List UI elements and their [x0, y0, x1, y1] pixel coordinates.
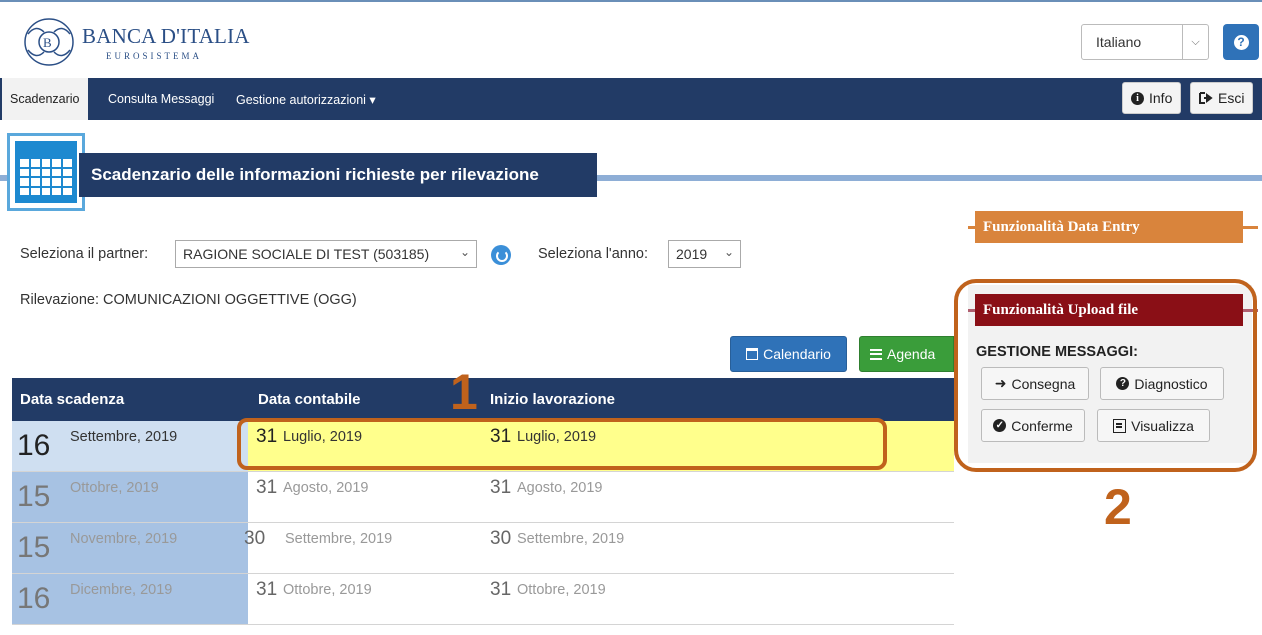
- partner-label: Seleziona il partner:: [20, 246, 149, 262]
- annotation-number-1: 1: [450, 364, 478, 420]
- due-month: Novembre, 2019: [70, 531, 178, 547]
- start-month: Agosto, 2019: [517, 480, 603, 496]
- rilevazione-label: Rilevazione: COMUNICAZIONI OGGETTIVE (OG…: [20, 292, 357, 308]
- due-date-cell: 16 Settembre, 2019: [12, 421, 248, 471]
- nav-gestione-autorizzazioni[interactable]: Gestione autorizzazioni ▾: [228, 78, 384, 120]
- partner-value: RAGIONE SOCIALE DI TEST (503185): [183, 246, 430, 262]
- due-day: 15: [17, 531, 51, 564]
- annotation-box-2: [954, 279, 1257, 472]
- col-inizio-lavorazione: Inizio lavorazione: [490, 391, 616, 408]
- page-title: Scadenzario delle informazioni richieste…: [79, 153, 597, 197]
- table-row[interactable]: 15 Novembre, 2019 30 Settembre, 2019 30 …: [12, 523, 954, 574]
- due-date-cell: 15 Ottobre, 2019: [12, 472, 248, 522]
- info-icon: i: [1131, 91, 1144, 105]
- language-value: Italiano: [1096, 34, 1142, 50]
- acc-month: Agosto, 2019: [283, 480, 369, 496]
- table-row[interactable]: 16 Dicembre, 2019 31 Ottobre, 2019 31 Ot…: [12, 574, 954, 625]
- col-data-contabile: Data contabile: [258, 391, 361, 408]
- bank-logo[interactable]: B BANCA D'ITALIA EUROSISTEMA: [22, 16, 250, 68]
- calendario-button[interactable]: Calendario: [730, 336, 847, 372]
- annotation-number-2: 2: [1104, 479, 1132, 535]
- chevron-down-icon: ⌵: [1182, 25, 1208, 59]
- info-label: Info: [1149, 90, 1173, 106]
- info-button[interactable]: i Info: [1122, 82, 1182, 114]
- language-select[interactable]: Italiano ⌵: [1081, 24, 1209, 60]
- agenda-label: Agenda: [887, 346, 936, 362]
- list-icon: [870, 348, 882, 360]
- svg-text:B: B: [43, 35, 52, 50]
- start-month: Ottobre, 2019: [517, 582, 606, 598]
- start-day: 30: [490, 528, 512, 549]
- due-day: 15: [17, 480, 51, 513]
- year-label: Seleziona l'anno:: [538, 246, 648, 262]
- bank-seal-icon: B: [24, 18, 74, 66]
- exit-button[interactable]: Esci: [1190, 82, 1254, 114]
- sign-out-icon: [1199, 92, 1213, 104]
- start-day: 31: [490, 477, 512, 498]
- start-month: Settembre, 2019: [517, 531, 625, 547]
- data-entry-header[interactable]: Funzionalità Data Entry: [975, 211, 1243, 243]
- question-icon: ?: [1233, 34, 1249, 50]
- table-header: Data scadenza Data contabile Inizio lavo…: [12, 378, 954, 421]
- acc-month: Ottobre, 2019: [283, 582, 372, 598]
- col-data-scadenza: Data scadenza: [20, 391, 125, 408]
- year-value: 2019: [676, 246, 708, 262]
- due-date-cell: 15 Novembre, 2019: [12, 523, 248, 573]
- due-month: Settembre, 2019: [70, 429, 178, 445]
- acc-day: 30: [244, 528, 266, 549]
- chevron-down-icon: ⌄: [723, 245, 734, 259]
- acc-day: 31: [256, 579, 278, 600]
- calendar-icon: [7, 133, 85, 211]
- calendario-label: Calendario: [763, 346, 831, 362]
- main-navbar: Scadenzario Consulta Messaggi Gestione a…: [0, 78, 1262, 120]
- exit-label: Esci: [1218, 90, 1245, 106]
- annotation-box-1: [237, 418, 887, 470]
- calendar-small-icon: [746, 348, 759, 360]
- due-day: 16: [17, 582, 51, 615]
- due-month: Dicembre, 2019: [70, 582, 173, 598]
- due-month: Ottobre, 2019: [70, 480, 159, 496]
- due-day: 16: [17, 429, 51, 462]
- top-header: B BANCA D'ITALIA EUROSISTEMA Italiano ⌵ …: [0, 0, 1262, 78]
- nav-scadenzario[interactable]: Scadenzario: [2, 78, 88, 120]
- acc-day: 31: [256, 477, 278, 498]
- refresh-icon[interactable]: [491, 245, 511, 265]
- chevron-down-icon: ⌄: [459, 245, 470, 259]
- start-day: 31: [490, 579, 512, 600]
- due-date-cell: 16 Dicembre, 2019: [12, 574, 248, 624]
- partner-select[interactable]: RAGIONE SOCIALE DI TEST (503185) ⌄: [175, 240, 477, 268]
- logo-title: BANCA D'ITALIA: [82, 23, 250, 48]
- table-row[interactable]: 15 Ottobre, 2019 31 Agosto, 2019 31 Agos…: [12, 472, 954, 523]
- year-select[interactable]: 2019 ⌄: [668, 240, 741, 268]
- logo-subtitle: EUROSISTEMA: [106, 50, 203, 61]
- acc-month: Settembre, 2019: [285, 531, 393, 547]
- agenda-button[interactable]: Agenda: [859, 336, 954, 372]
- help-button[interactable]: ?: [1223, 24, 1259, 60]
- nav-consulta-messaggi[interactable]: Consulta Messaggi: [100, 78, 222, 120]
